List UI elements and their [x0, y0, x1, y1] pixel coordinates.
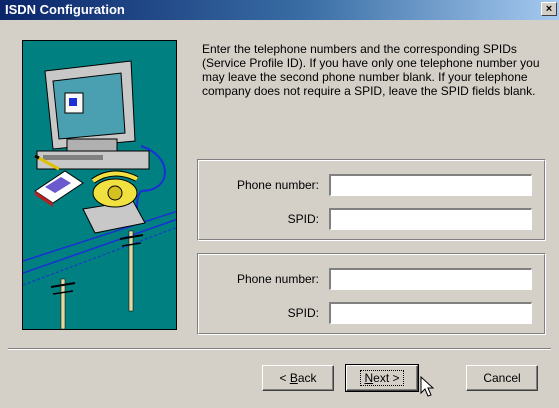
- close-button[interactable]: ×: [541, 2, 557, 16]
- wizard-illustration: [22, 40, 177, 330]
- phone-number-input-1[interactable]: [329, 174, 532, 196]
- phone-number-label-1: Phone number:: [236, 178, 319, 192]
- spid-label-2: SPID:: [287, 306, 319, 320]
- spid-input-2[interactable]: [329, 302, 532, 324]
- next-button[interactable]: Next >: [345, 364, 419, 392]
- back-button[interactable]: < Back: [262, 365, 334, 391]
- spid-input-1[interactable]: [329, 208, 532, 230]
- pointer-cursor-icon: [420, 376, 434, 397]
- button-separator: [8, 348, 551, 350]
- instructions-text: Enter the telephone numbers and the corr…: [202, 42, 540, 98]
- phone-group-1: Phone number: SPID:: [197, 159, 546, 241]
- spid-label-1: SPID:: [287, 212, 319, 226]
- phone-number-label-2: Phone number:: [236, 272, 319, 286]
- cancel-button[interactable]: Cancel: [466, 365, 538, 391]
- title-bar: ISDN Configuration ×: [0, 0, 559, 20]
- phone-group-2: Phone number: SPID:: [197, 253, 546, 335]
- computer-icon: [36, 60, 150, 170]
- telephone-icon: [82, 170, 146, 234]
- isdn-config-dialog: ISDN Configuration × Enter the telephone…: [0, 0, 559, 408]
- window-title: ISDN Configuration: [5, 2, 125, 17]
- close-icon: ×: [545, 3, 553, 15]
- notepad-icon: [34, 170, 84, 207]
- phone-number-input-2[interactable]: [329, 268, 532, 290]
